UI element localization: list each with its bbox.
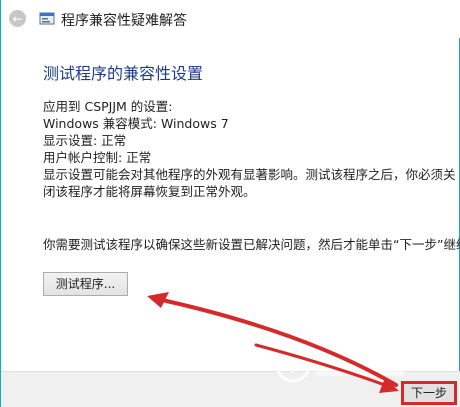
title-bar: ← 程序兼容性疑难解答 xyxy=(1,0,460,38)
display-warning-text: 显示设置可能会对其他程序的外观有显著影响。测试该程序之后，你必须关闭该程序才能将… xyxy=(43,167,456,199)
window-title: 程序兼容性疑难解答 xyxy=(61,13,187,29)
main-content: 测试程序的兼容性设置 应用到 CSPJJM 的设置: Windows 兼容模式:… xyxy=(1,38,460,371)
next-button[interactable]: 下一步 xyxy=(401,381,457,405)
display-setting-text: 显示设置: 正常 xyxy=(43,133,127,148)
test-program-button[interactable]: 测试程序... xyxy=(43,272,128,296)
instruction-text: 你需要测试该程序以确保这些新设置已解决问题，然后才能单击“下一步”继续。 xyxy=(43,237,460,252)
troubleshooter-icon xyxy=(39,12,55,25)
back-button[interactable]: ← xyxy=(9,10,26,27)
compat-mode-text: Windows 兼容模式: Windows 7 xyxy=(43,116,229,131)
page-heading: 测试程序的兼容性设置 xyxy=(43,64,204,83)
footer-bar: 下一步 xyxy=(1,371,460,407)
troubleshooter-window: ← 程序兼容性疑难解答 测试程序的兼容性设置 应用到 CSPJJM 的设置: W… xyxy=(0,0,460,407)
back-arrow-icon: ← xyxy=(12,11,23,26)
uac-text: 用户帐户控制: 正常 xyxy=(43,150,152,165)
applied-to-text: 应用到 CSPJJM 的设置: xyxy=(43,99,173,114)
settings-summary: 应用到 CSPJJM 的设置: Windows 兼容模式: Windows 7 … xyxy=(43,98,456,200)
